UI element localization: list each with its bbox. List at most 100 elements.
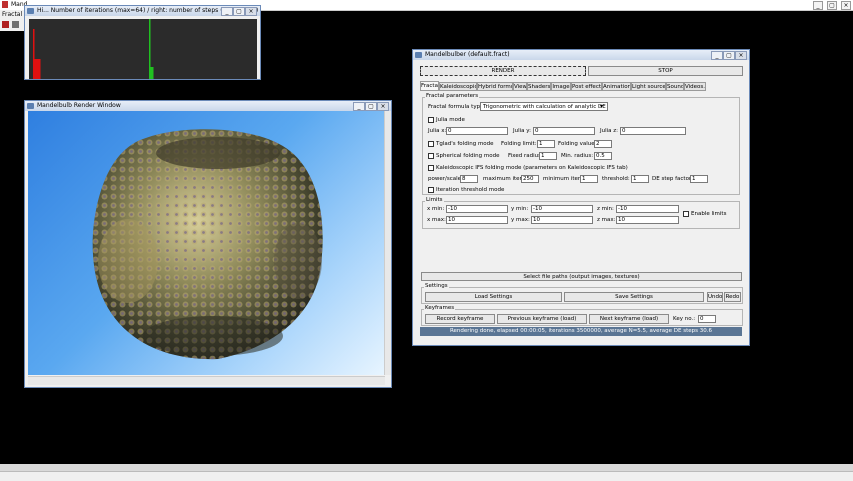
power-input[interactable]: 8 bbox=[460, 175, 478, 183]
histogram-plot bbox=[29, 19, 257, 79]
minimize-icon[interactable]: _ bbox=[353, 102, 365, 111]
julia-mode-checkbox[interactable] bbox=[428, 117, 434, 123]
settings-heading: Settings bbox=[424, 283, 449, 290]
fixed-radius-input[interactable]: 1 bbox=[539, 152, 557, 160]
max-iter-input[interactable]: 250 bbox=[521, 175, 539, 183]
tglad-folding-checkbox[interactable] bbox=[428, 141, 434, 147]
keyframe-number-input[interactable]: 0 bbox=[698, 315, 716, 323]
maximize-icon[interactable]: ▢ bbox=[365, 102, 377, 111]
x-min-label: x min: bbox=[427, 206, 445, 212]
tab-light-sources[interactable]: Light sources bbox=[631, 82, 666, 91]
z-max-input[interactable]: 10 bbox=[616, 216, 679, 224]
iteration-threshold-checkbox[interactable] bbox=[428, 187, 434, 193]
mandelbulb-left-lobe bbox=[98, 219, 158, 303]
vertical-scrollbar[interactable] bbox=[384, 111, 391, 375]
folding-limit-label: Folding limit: bbox=[501, 141, 537, 147]
window-icon bbox=[27, 8, 34, 14]
x-max-label: x max: bbox=[427, 217, 446, 223]
enable-limits-checkbox[interactable] bbox=[683, 211, 689, 217]
mandelbulb-top-cavity bbox=[156, 137, 280, 169]
tab-hybrid-formula[interactable]: Hybrid formula bbox=[477, 82, 513, 91]
close-icon[interactable]: × bbox=[377, 102, 389, 111]
julia-x-label: Julia x: bbox=[428, 128, 447, 134]
tab-view[interactable]: View bbox=[513, 82, 527, 91]
max-iter-label: maximum iter. bbox=[483, 176, 524, 182]
undo-button[interactable]: Undo bbox=[707, 292, 723, 302]
tab-shaders[interactable]: Shaders bbox=[527, 82, 551, 91]
horizontal-scrollbar[interactable] bbox=[28, 376, 385, 385]
z-min-input[interactable]: -10 bbox=[616, 205, 679, 213]
previous-keyframe-button[interactable]: Previous keyframe (load) bbox=[497, 314, 587, 324]
ifs-folding-checkbox[interactable] bbox=[428, 165, 434, 171]
formula-label: Fractal formula type: bbox=[428, 104, 486, 110]
render-canvas[interactable] bbox=[28, 111, 385, 375]
folding-value-input[interactable]: 2 bbox=[594, 140, 612, 148]
app-icon bbox=[2, 1, 8, 8]
chevron-down-icon[interactable]: ▾ bbox=[600, 103, 603, 110]
render-icon[interactable] bbox=[2, 21, 9, 28]
main-toolbar bbox=[0, 19, 26, 31]
settings-titlebar: Mandelbulber (default.fract) bbox=[413, 50, 749, 60]
enable-limits-label: Enable limits bbox=[691, 211, 727, 217]
window-icon bbox=[27, 103, 34, 109]
close-icon[interactable]: × bbox=[245, 7, 257, 16]
select-file-paths-button[interactable]: Select file paths (output images, textur… bbox=[421, 272, 742, 281]
min-radius-input[interactable]: 0.5 bbox=[594, 152, 612, 160]
limits-heading: Limits bbox=[425, 197, 444, 204]
restore-icon[interactable]: ▢ bbox=[827, 1, 837, 10]
tab-post-effects[interactable]: Post effects bbox=[571, 82, 602, 91]
mandelbulb-bottom-lobe bbox=[143, 316, 283, 356]
minimize-icon[interactable]: _ bbox=[711, 51, 723, 60]
julia-x-input[interactable]: 0 bbox=[446, 127, 508, 135]
tab-fractal[interactable]: Fractal bbox=[420, 81, 439, 91]
save-settings-button[interactable]: Save Settings bbox=[564, 292, 704, 302]
x-min-input[interactable]: -10 bbox=[446, 205, 508, 213]
power-label: power/scale: bbox=[428, 176, 463, 182]
maximize-icon[interactable]: ▢ bbox=[723, 51, 735, 60]
y-max-input[interactable]: 10 bbox=[531, 216, 593, 224]
record-keyframe-button[interactable]: Record keyframe bbox=[425, 314, 495, 324]
stop-button[interactable]: STOP bbox=[588, 66, 743, 76]
y-min-input[interactable]: -10 bbox=[531, 205, 593, 213]
ifs-folding-label: Kaleidoscopic IFS folding mode (paramete… bbox=[436, 165, 628, 171]
render-window-title: Mandelbulb Render Window bbox=[37, 102, 121, 109]
x-max-input[interactable]: 10 bbox=[446, 216, 508, 224]
render-window: Mandelbulb Render Window _ ▢ × bbox=[24, 100, 392, 388]
stop-icon[interactable] bbox=[12, 21, 19, 28]
steps-histogram-bar bbox=[149, 19, 151, 79]
y-min-label: y min: bbox=[511, 206, 529, 212]
fixed-radius-label: Fixed radius: bbox=[508, 153, 543, 159]
minimize-icon[interactable]: _ bbox=[813, 1, 823, 10]
maximize-icon[interactable]: ▢ bbox=[233, 7, 245, 16]
min-iter-input[interactable]: 1 bbox=[580, 175, 598, 183]
min-iter-label: minimum iter. bbox=[543, 176, 582, 182]
keyframe-number-label: Key no.: bbox=[673, 316, 696, 322]
formula-value: Trigonometric with calculation of analyt… bbox=[483, 104, 606, 110]
settings-window: Mandelbulber (default.fract) _ ▢ × RENDE… bbox=[412, 49, 750, 346]
close-icon[interactable]: × bbox=[841, 1, 851, 10]
redo-button[interactable]: Redo bbox=[724, 292, 741, 302]
julia-y-input[interactable]: 0 bbox=[533, 127, 595, 135]
julia-z-label: Julia z: bbox=[600, 128, 619, 134]
tab-sound[interactable]: Sound bbox=[666, 82, 684, 91]
iterations-histogram-bar bbox=[33, 29, 35, 79]
folding-limit-input[interactable]: 1 bbox=[537, 140, 555, 148]
close-icon[interactable]: × bbox=[735, 51, 747, 60]
load-settings-button[interactable]: Load Settings bbox=[425, 292, 562, 302]
de-factor-input[interactable]: 1 bbox=[690, 175, 708, 183]
tab-videos[interactable]: Videos... bbox=[684, 82, 706, 91]
julia-z-input[interactable]: 0 bbox=[620, 127, 686, 135]
next-keyframe-button[interactable]: Next keyframe (load) bbox=[589, 314, 669, 324]
render-button[interactable]: RENDER bbox=[420, 66, 586, 76]
menu-fractal[interactable]: Fractal bbox=[2, 10, 22, 19]
tab-animation[interactable]: Animation bbox=[602, 82, 631, 91]
tab-image[interactable]: Image bbox=[551, 82, 571, 91]
minimize-icon[interactable]: _ bbox=[221, 7, 233, 16]
tab-kaleidoscopic-ifs[interactable]: Kaleidoscopic IFS bbox=[439, 82, 477, 91]
threshold-input[interactable]: 1 bbox=[631, 175, 649, 183]
spherical-folding-checkbox[interactable] bbox=[428, 153, 434, 159]
steps-histogram-tail bbox=[150, 67, 154, 79]
z-max-label: z max: bbox=[597, 217, 616, 223]
formula-select[interactable]: Trigonometric with calculation of analyt… bbox=[480, 102, 608, 111]
de-factor-label: DE step factor: bbox=[652, 176, 693, 182]
